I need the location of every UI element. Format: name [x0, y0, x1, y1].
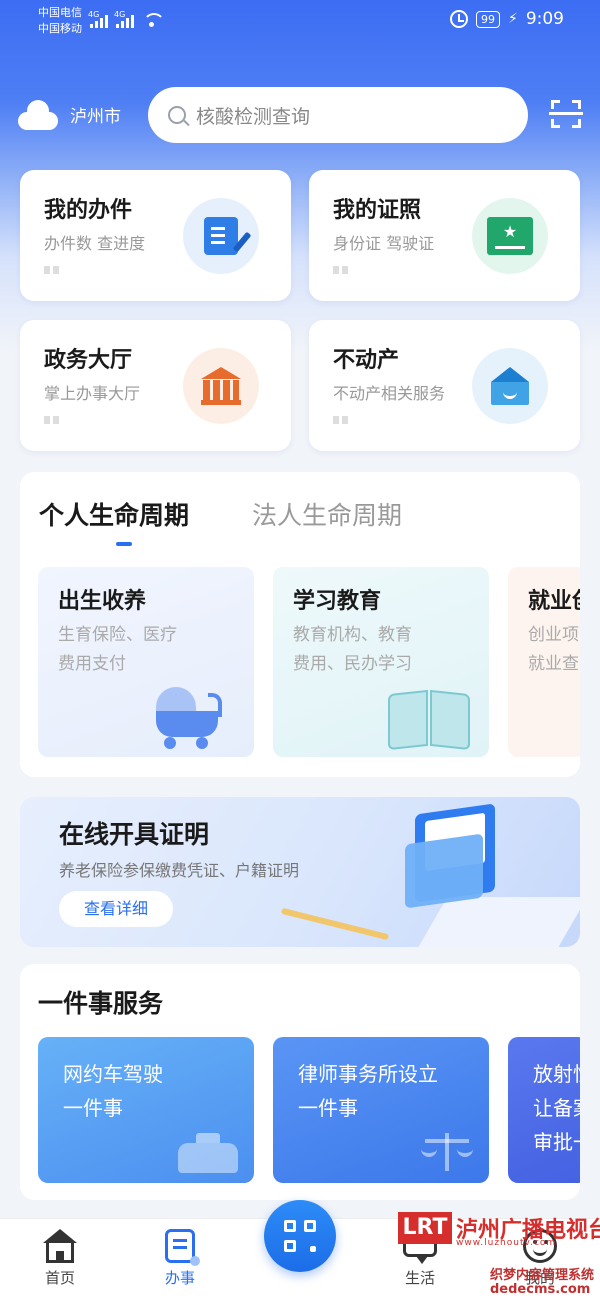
- carrier-2: 中国移动: [38, 22, 82, 35]
- qr-code-button[interactable]: [264, 1200, 336, 1272]
- lifecycle-item-education[interactable]: 学习教育 教育机构、教育 费用、民办学习: [273, 567, 489, 757]
- desc-line-2: 费用支付: [58, 654, 126, 674]
- tab-indicator: [116, 542, 132, 546]
- lifecycle-section: 个人生命周期 法人生命周期 出生收养 生育保险、医疗 费用支付 学习教育 教育机…: [20, 472, 580, 777]
- watermark-line-2: 织梦内容管理系统: [490, 1268, 595, 1283]
- watermark-url: www.luzhoutv.com: [456, 1238, 557, 1248]
- quick-card-title: 政务大厅: [44, 348, 133, 373]
- service-radioactive[interactable]: 放射性 让备案 审批一: [508, 1037, 580, 1183]
- quick-card-my-cases[interactable]: 我的办件 办件数 查进度: [20, 170, 291, 301]
- document-edit-icon: [183, 198, 259, 274]
- quote-mark-icon: [44, 266, 60, 274]
- quote-mark-icon: [44, 416, 60, 424]
- desc-line-1: 生育保险、医疗: [58, 625, 177, 645]
- lifecycle-item-title: 就业创: [528, 589, 580, 614]
- tab-label: 办事: [164, 1269, 195, 1287]
- open-book-icon: [388, 689, 472, 752]
- quick-card-my-licenses[interactable]: 我的证照 身份证 驾驶证 ★: [309, 170, 580, 301]
- justice-scale-icon: [421, 1133, 473, 1173]
- view-details-button[interactable]: 查看详细: [59, 891, 173, 927]
- watermark: LRT 泸州广播电视台 www.luzhoutv.com 织梦内容管理系统 de…: [398, 1208, 600, 1300]
- carrier-1: 中国电信: [38, 6, 82, 19]
- qr-code-icon: [284, 1220, 316, 1252]
- quick-card-title: 我的证照: [333, 198, 422, 223]
- signal-1-icon: 4G: [88, 10, 108, 28]
- online-certificate-banner[interactable]: 在线开具证明 养老保险参保缴费凭证、户籍证明 查看详细: [20, 797, 580, 947]
- network-type-1: 4G: [88, 10, 100, 19]
- service-law-firm-setup[interactable]: 律师事务所设立 一件事: [273, 1037, 489, 1183]
- search-placeholder: 核酸检测查询: [196, 105, 311, 128]
- lifecycle-item-desc: 教育机构、教育 费用、民办学习: [293, 621, 412, 679]
- taxi-icon: [178, 1133, 238, 1173]
- status-right: 99 ⚡ 9:09: [449, 9, 564, 29]
- banner-subtitle: 养老保险参保缴费凭证、户籍证明: [59, 861, 300, 880]
- lifecycle-item-employment[interactable]: 就业创 创业项 就业查: [508, 567, 580, 757]
- wifi-icon: [142, 12, 165, 28]
- network-type-2: 4G: [114, 10, 126, 19]
- desc-line-2: 就业查: [528, 654, 579, 674]
- quick-card-government-hall[interactable]: 政务大厅 掌上办事大厅: [20, 320, 291, 451]
- tab-label: 首页: [44, 1269, 75, 1287]
- quick-card-subtitle: 不动产相关服务: [333, 384, 446, 403]
- quick-card-subtitle: 掌上办事大厅: [44, 384, 141, 403]
- tab-banshi[interactable]: 办事: [150, 1229, 210, 1288]
- scroll-icon: [165, 1229, 200, 1266]
- tab-corporate-lifecycle[interactable]: 法人生命周期: [252, 496, 402, 532]
- label-line-2: 让备案: [533, 1096, 580, 1120]
- banner-title: 在线开具证明: [59, 820, 210, 849]
- folder-icon: [405, 803, 497, 909]
- charging-icon: ⚡: [507, 11, 518, 27]
- label-line-1: 网约车驾驶: [63, 1062, 163, 1086]
- label-line-2: 一件事: [298, 1096, 358, 1120]
- city-name: 泸州市: [70, 106, 121, 127]
- signal-indicators: 4G 4G: [88, 10, 165, 28]
- battery-indicator: 99: [475, 10, 500, 28]
- city-selector[interactable]: 泸州市: [18, 98, 121, 130]
- quick-card-title: 我的办件: [44, 198, 133, 223]
- signal-2-icon: 4G: [114, 10, 134, 28]
- government-building-icon: [183, 348, 259, 424]
- alarm-icon: [449, 10, 468, 28]
- carrier-info: 中国电信 中国移动: [38, 5, 82, 37]
- desc-line-1: 创业项: [528, 625, 579, 645]
- service-label: 律师事务所设立 一件事: [298, 1057, 438, 1125]
- lifecycle-item-title: 出生收养: [58, 589, 147, 614]
- quick-card-title: 不动产: [333, 348, 400, 373]
- certificate-icon: ★: [472, 198, 548, 274]
- clock: 9:09: [525, 9, 564, 29]
- quote-mark-icon: [333, 416, 349, 424]
- scan-icon[interactable]: [549, 100, 583, 128]
- home-icon: [43, 1229, 77, 1263]
- service-rideshare-driver[interactable]: 网约车驾驶 一件事: [38, 1037, 254, 1183]
- lifecycle-item-title: 学习教育: [293, 589, 382, 614]
- baby-stroller-icon: [156, 687, 226, 749]
- service-label: 放射性 让备案 审批一: [533, 1057, 580, 1159]
- service-label: 网约车驾驶 一件事: [63, 1057, 163, 1125]
- search-icon: [168, 106, 186, 124]
- quick-card-subtitle: 身份证 驾驶证: [333, 234, 435, 253]
- label-line-3: 审批一: [533, 1130, 580, 1154]
- quote-mark-icon: [333, 266, 349, 274]
- desc-line-2: 费用、民办学习: [293, 654, 412, 674]
- label-line-1: 律师事务所设立: [298, 1062, 438, 1086]
- lifecycle-item-birth-adoption[interactable]: 出生收养 生育保险、医疗 费用支付: [38, 567, 254, 757]
- label-line-1: 放射性: [533, 1062, 580, 1086]
- lifecycle-item-desc: 生育保险、医疗 费用支付: [58, 621, 177, 679]
- desc-line-1: 教育机构、教育: [293, 625, 412, 645]
- section-title: 一件事服务: [38, 989, 164, 1018]
- tab-home[interactable]: 首页: [30, 1229, 90, 1288]
- search-bar[interactable]: 核酸检测查询: [148, 87, 528, 143]
- quick-card-real-estate[interactable]: 不动产 不动产相关服务: [309, 320, 580, 451]
- pencil-illustration: [280, 907, 390, 941]
- status-bar: 中国电信 中国移动 4G 4G 99 ⚡ 9:09: [0, 0, 600, 42]
- one-thing-service-section: 一件事服务 网约车驾驶 一件事 律师事务所设立 一件事 放射性 让备案 审批一: [20, 964, 580, 1200]
- label-line-2: 一件事: [63, 1096, 123, 1120]
- watermark-logo: LRT: [398, 1212, 452, 1244]
- house-icon: [472, 348, 548, 424]
- cloud-icon: [18, 98, 58, 130]
- quick-card-subtitle: 办件数 查进度: [44, 234, 146, 253]
- tab-personal-lifecycle[interactable]: 个人生命周期: [39, 496, 189, 532]
- watermark-line-3: dedecms.com: [490, 1282, 591, 1297]
- lifecycle-item-desc: 创业项 就业查: [528, 621, 579, 679]
